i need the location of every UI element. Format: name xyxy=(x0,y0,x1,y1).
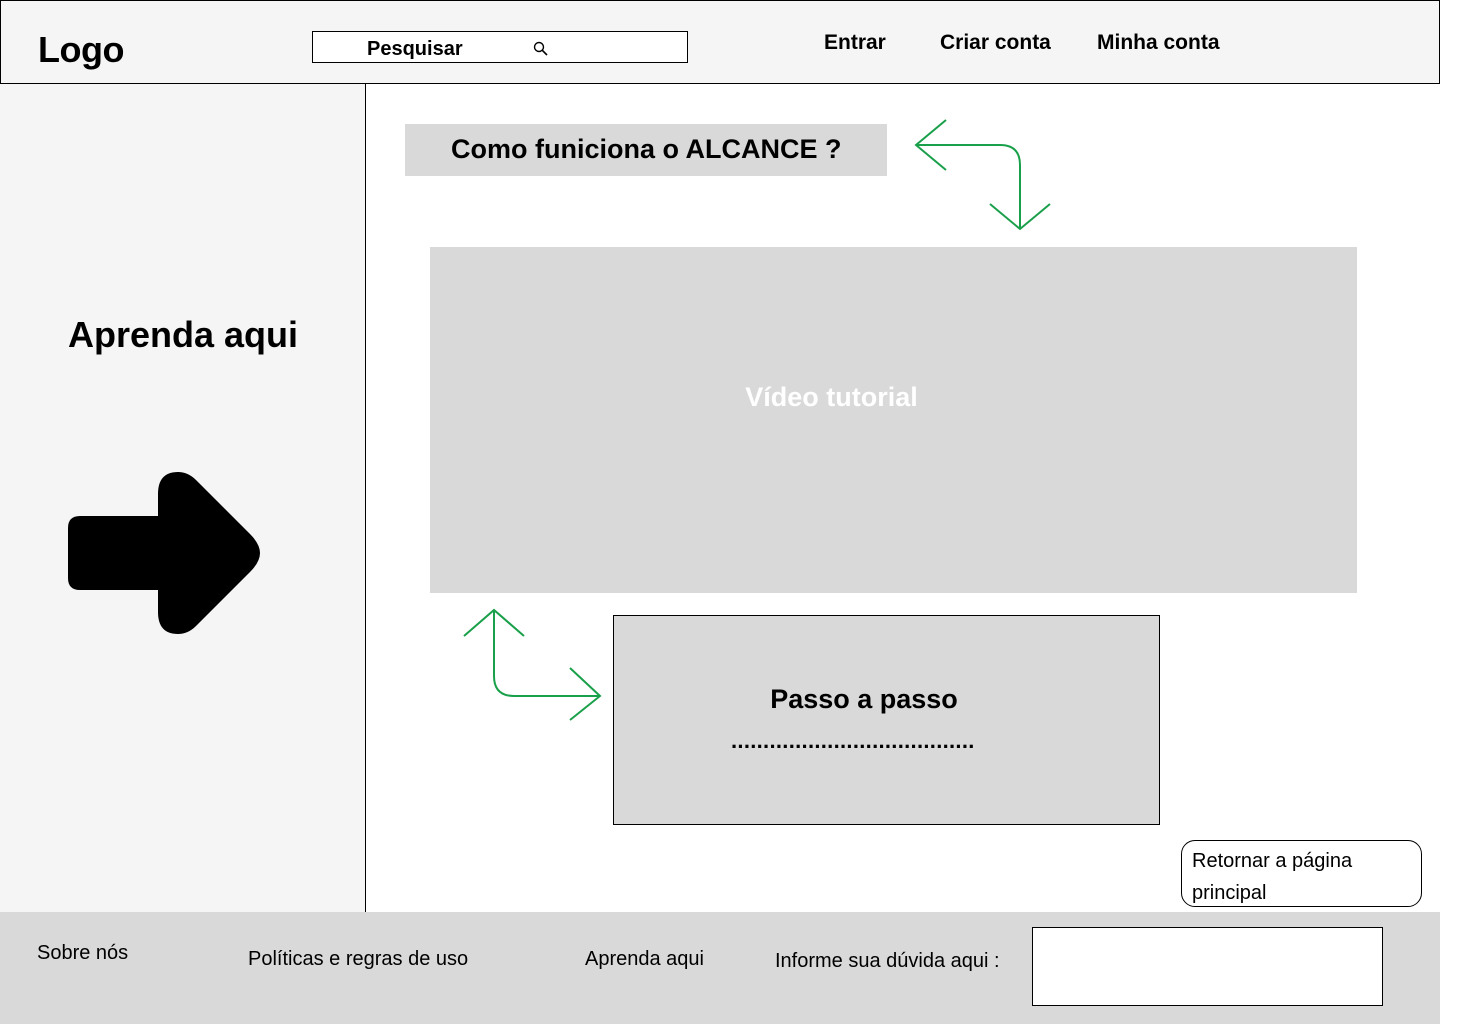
sidebar-title: Aprenda aqui xyxy=(67,314,299,355)
question-input[interactable] xyxy=(1032,927,1383,1006)
return-home-button[interactable]: Retornar a página principal xyxy=(1181,840,1422,907)
sidebar: Aprenda aqui xyxy=(0,84,366,912)
nav-my-account[interactable]: Minha conta xyxy=(1097,31,1220,55)
search-input[interactable]: Pesquisar xyxy=(312,31,688,63)
question-label: Informe sua dúvida aqui : xyxy=(775,950,1000,972)
steps-panel: Passo a passo ..........................… xyxy=(613,615,1160,825)
footer: Sobre nós Políticas e regras de uso Apre… xyxy=(0,912,1440,1024)
logo[interactable]: Logo xyxy=(38,29,124,71)
search-input-text: Pesquisar xyxy=(367,38,463,60)
footer-learn-link[interactable]: Aprenda aqui xyxy=(585,948,704,971)
steps-placeholder-dots: ...................................... xyxy=(731,728,975,753)
footer-about-link[interactable]: Sobre nós xyxy=(37,942,128,965)
top-header: Logo Pesquisar Entrar Criar conta Minha … xyxy=(0,0,1440,84)
nav-create-account[interactable]: Criar conta xyxy=(940,31,1051,55)
section-title: Como funiciona o ALCANCE ? xyxy=(451,134,842,164)
flow-arrow-icon xyxy=(914,119,1051,231)
flow-arrow-icon xyxy=(463,608,602,721)
section-title-box: Como funiciona o ALCANCE ? xyxy=(405,124,887,176)
video-tutorial-player[interactable]: Vídeo tutorial xyxy=(430,247,1357,593)
search-icon[interactable] xyxy=(533,41,549,57)
steps-title: Passo a passo xyxy=(770,684,958,714)
nav-login[interactable]: Entrar xyxy=(824,31,886,55)
footer-policies-link[interactable]: Políticas e regras de uso xyxy=(248,948,468,971)
right-arrow-icon xyxy=(68,472,260,634)
video-label: Vídeo tutorial xyxy=(745,382,918,412)
